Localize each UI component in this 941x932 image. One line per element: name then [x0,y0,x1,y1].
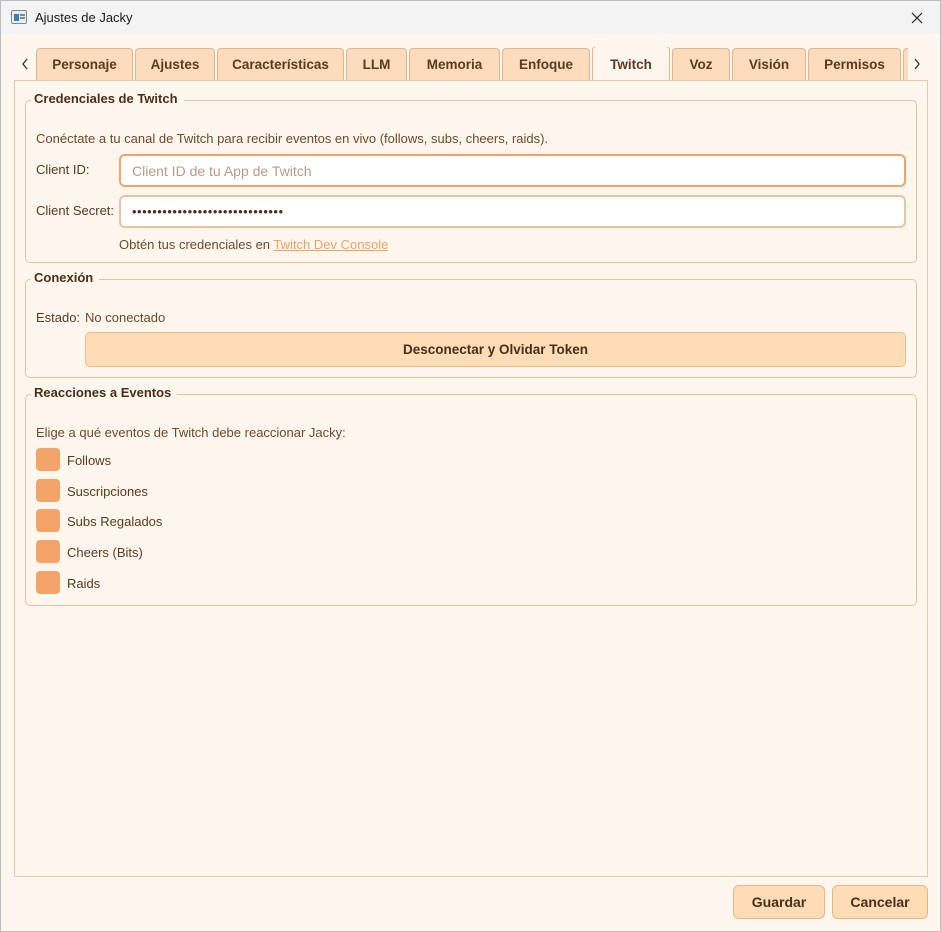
client-id-placeholder: Client ID de tu App de Twitch [132,162,312,179]
status-label: Estado: [36,310,81,325]
client-id-label: Client ID: [36,162,90,177]
raids-checkbox[interactable] [36,571,60,594]
follows-label[interactable]: Follows [67,453,111,468]
tab-llm[interactable]: LLM [346,48,407,80]
tab-scroll-left-button[interactable] [17,55,33,73]
events-description: Elige a qué eventos de Twitch debe reacc… [36,425,346,440]
status-value: No conectado [85,310,166,325]
close-button[interactable] [902,5,932,31]
credentials-group-title: Credenciales de Twitch [31,91,184,106]
client-secret-input[interactable]: •••••••••••••••••••••••••••••• [119,195,906,228]
tab-scroll-right-button[interactable] [909,55,925,73]
subscriptions-label[interactable]: Suscripciones [67,484,148,499]
tab-twitch[interactable]: Twitch [592,47,670,80]
tab-vision[interactable]: Visión [732,48,806,80]
tab-voz[interactable]: Voz [672,48,730,80]
tab-overflow[interactable] [903,48,908,80]
close-icon [911,12,923,24]
tab-ajustes[interactable]: Ajustes [135,48,215,80]
cheers-checkbox[interactable] [36,540,60,563]
credentials-help-prefix: Obtén tus credenciales en [119,237,271,252]
settings-window: Ajustes de Jacky Personaje Ajustes Carac… [0,0,941,932]
tab-memoria[interactable]: Memoria [409,48,500,80]
gifted-subs-label[interactable]: Subs Regalados [67,514,162,529]
client-secret-value: •••••••••••••••••••••••••••••• [132,204,284,219]
chevron-right-icon [914,58,920,70]
connection-group-title: Conexión [31,270,100,285]
disconnect-forget-token-button[interactable]: Desconectar y Olvidar Token [85,332,906,367]
chevron-left-icon [22,58,28,70]
client-secret-label: Client Secret: [36,203,115,218]
tab-bar: Personaje Ajustes Características LLM Me… [36,47,908,80]
credentials-help-text: Obtén tus credenciales en Twitch Dev Con… [119,237,388,252]
credentials-description: Conéctate a tu canal de Twitch para reci… [36,131,549,146]
subscriptions-checkbox[interactable] [36,479,60,502]
raids-label[interactable]: Raids [67,576,100,591]
events-group-title: Reacciones a Eventos [31,385,178,400]
app-window-icon [11,10,27,24]
cancel-button[interactable]: Cancelar [832,885,928,919]
twitch-dev-console-link[interactable]: Twitch Dev Console [273,237,388,252]
cheers-label[interactable]: Cheers (Bits) [67,545,143,560]
tab-enfoque[interactable]: Enfoque [502,48,590,80]
title-bar: Ajustes de Jacky [1,1,940,34]
client-id-input[interactable]: Client ID de tu App de Twitch [119,154,906,187]
gifted-subs-checkbox[interactable] [36,509,60,532]
tab-caracteristicas[interactable]: Características [217,48,344,80]
window-title: Ajustes de Jacky [35,10,133,25]
save-button[interactable]: Guardar [733,885,825,919]
tab-personaje[interactable]: Personaje [36,48,133,80]
follows-checkbox[interactable] [36,448,60,471]
tab-permisos[interactable]: Permisos [808,48,901,80]
